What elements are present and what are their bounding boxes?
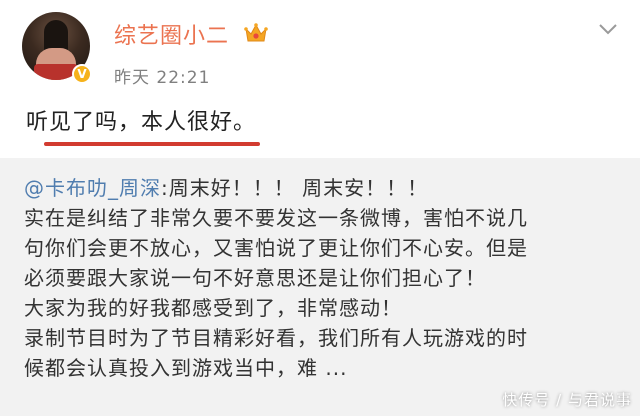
repost-line: 句你们会更不放心，又害怕说了更让你们不心安。但是 xyxy=(24,236,528,260)
repost-line: 候都会认真投入到游戏当中，难 ... xyxy=(24,356,348,380)
repost-line: 必须要跟大家说一句不好意思还是让你们担心了！ xyxy=(24,266,486,290)
post-time: 昨天 22:21 xyxy=(114,68,211,88)
chevron-down-icon[interactable] xyxy=(598,22,618,36)
repost-line: 大家为我的好我都感受到了，非常感动！ xyxy=(24,296,402,320)
vip-crown-icon xyxy=(244,23,268,42)
weibo-post: V 综艺圈小二 昨天 22:21 听见了吗，本人很好。 xyxy=(0,0,640,158)
watermark: 快传号 / 与君说事 xyxy=(502,391,632,409)
repost-line-1: @卡布叻_周深:周末好！！！ 周末安！！！ xyxy=(24,173,624,203)
post-text: 听见了吗，本人很好。 xyxy=(26,110,257,135)
reposted-content[interactable]: @卡布叻_周深:周末好！！！ 周末安！！！ 实在是纠结了非常久要不要发这一条微博… xyxy=(0,158,640,416)
repost-line: 实在是纠结了非常久要不要发这一条微博，害怕不说几 xyxy=(24,206,528,230)
verified-badge-icon: V xyxy=(72,64,92,84)
repost-first-line-text: :周末好！！！ 周末安！！！ xyxy=(161,176,429,200)
username[interactable]: 综艺圈小二 xyxy=(114,18,229,50)
post-text-underline xyxy=(44,142,260,146)
mention-link[interactable]: @卡布叻_周深 xyxy=(24,176,161,200)
repost-line: 录制节目时为了节目精彩好看，我们所有人玩游戏的时 xyxy=(24,326,528,350)
repost-body: @卡布叻_周深:周末好！！！ 周末安！！！ 实在是纠结了非常久要不要发这一条微博… xyxy=(24,173,624,383)
